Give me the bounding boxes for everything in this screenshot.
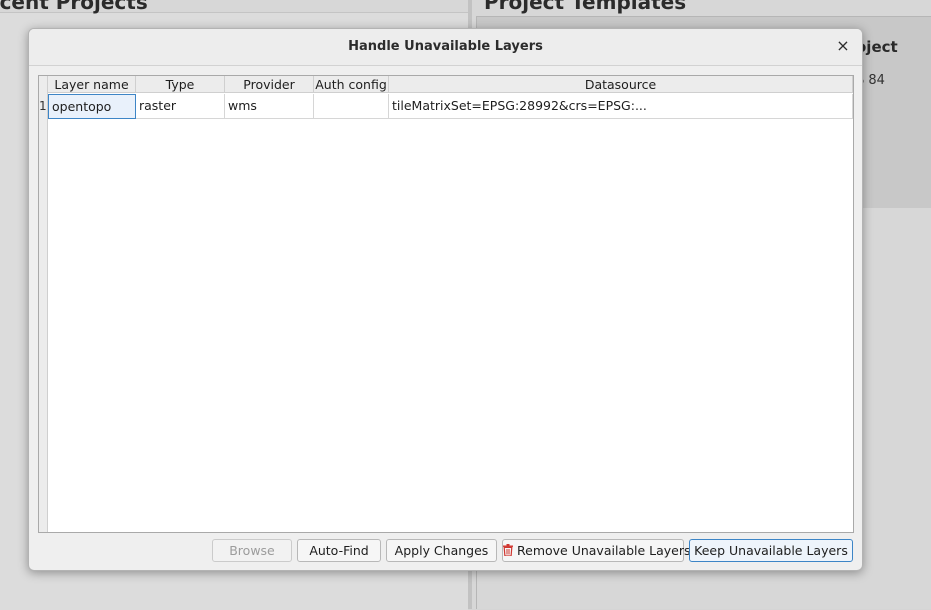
- column-header-layer-name[interactable]: Layer name: [48, 76, 136, 93]
- layers-table: 1 Layer name Type Provider Auth config D…: [38, 75, 854, 533]
- column-header-datasource[interactable]: Datasource: [389, 76, 853, 93]
- trash-icon: [503, 544, 513, 556]
- cell-layer-name[interactable]: opentopo: [48, 94, 136, 119]
- column-header-provider[interactable]: Provider: [225, 76, 314, 93]
- row-number[interactable]: 1: [39, 94, 47, 118]
- column-header-type[interactable]: Type: [136, 76, 225, 93]
- apply-changes-button[interactable]: Apply Changes: [386, 539, 497, 562]
- column-header-auth-config[interactable]: Auth config: [314, 76, 389, 93]
- dialog-titlebar[interactable]: Handle Unavailable Layers ×: [29, 29, 862, 66]
- cell-provider[interactable]: wms: [225, 94, 314, 119]
- handle-unavailable-layers-dialog: Handle Unavailable Layers × 1 Layer name…: [28, 28, 863, 571]
- dialog-title: Handle Unavailable Layers: [348, 39, 543, 54]
- auto-find-button[interactable]: Auto-Find: [297, 539, 381, 562]
- cell-datasource[interactable]: tileMatrixSet=EPSG:28992&crs=EPSG:...: [389, 94, 853, 119]
- remove-unavailable-layers-button[interactable]: Remove Unavailable Layers: [502, 539, 691, 562]
- browse-button[interactable]: Browse: [212, 539, 292, 562]
- project-templates-title: Project Templates: [484, 0, 687, 14]
- cell-auth-config[interactable]: [314, 94, 389, 119]
- close-icon[interactable]: ×: [834, 36, 852, 56]
- recent-projects-title: ecent Projects: [0, 0, 148, 14]
- row-header-column: [39, 76, 48, 532]
- remove-unavailable-layers-label: Remove Unavailable Layers: [517, 543, 691, 558]
- cell-type[interactable]: raster: [136, 94, 225, 119]
- keep-unavailable-layers-button[interactable]: Keep Unavailable Layers: [689, 539, 853, 562]
